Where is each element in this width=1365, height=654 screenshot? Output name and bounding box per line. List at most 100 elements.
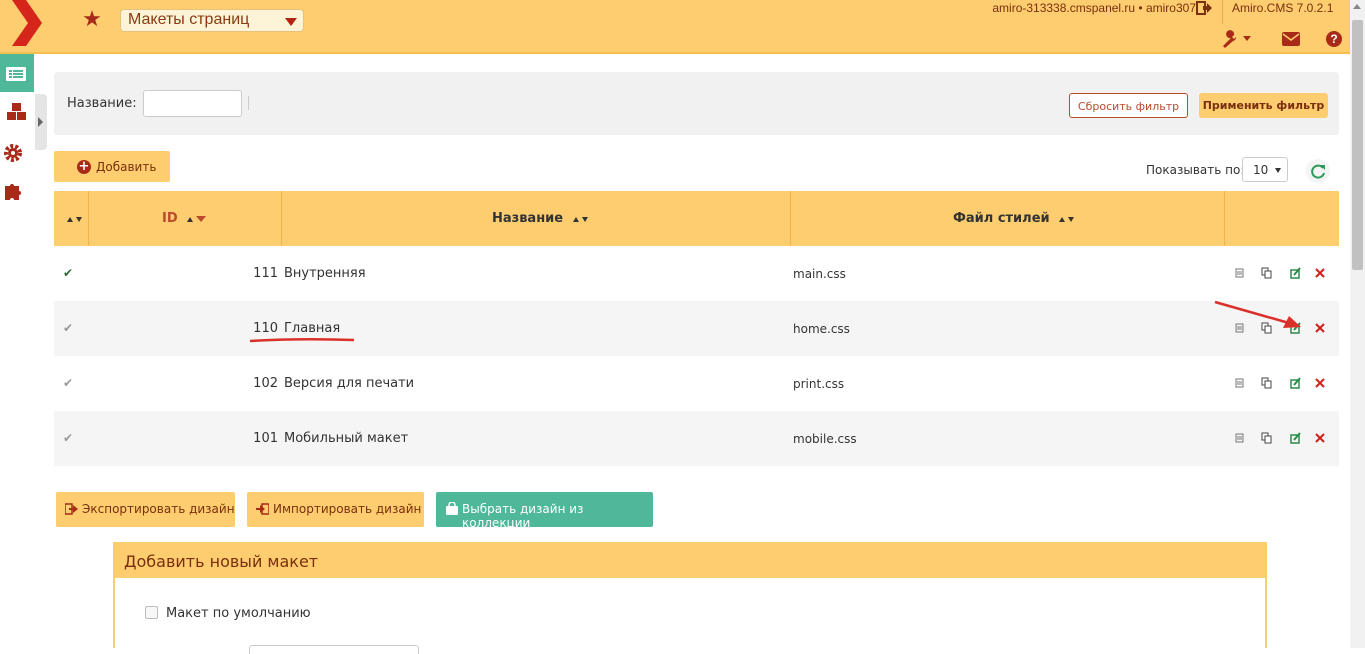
- cubes-icon: [7, 103, 26, 120]
- logout-icon[interactable]: [1196, 1, 1212, 15]
- chevron-down-icon: [1275, 168, 1281, 173]
- column-header-default[interactable]: [54, 191, 89, 246]
- import-icon: [256, 503, 269, 515]
- gear-icon: [4, 144, 22, 162]
- import-design-label: Импортировать дизайн: [273, 502, 422, 516]
- checkmark-icon[interactable]: ✔: [63, 321, 73, 335]
- favorites-star-icon[interactable]: ★: [80, 8, 104, 32]
- checkmark-icon[interactable]: ✔: [63, 431, 73, 445]
- chevron-down-icon: [285, 18, 297, 26]
- sidebar-item-structure[interactable]: [0, 94, 34, 132]
- delete-icon[interactable]: [1313, 376, 1327, 390]
- row-name: Версия для печати: [284, 376, 415, 391]
- add-button[interactable]: + Добавить: [54, 151, 170, 182]
- module-select[interactable]: Макеты страниц: [120, 9, 304, 32]
- view-icon[interactable]: [1232, 266, 1246, 280]
- row-name: Внутренняя: [284, 266, 366, 281]
- per-page-value: 10: [1253, 163, 1269, 177]
- delete-icon[interactable]: [1313, 431, 1327, 445]
- copy-icon[interactable]: [1259, 376, 1273, 390]
- scrollbar-thumb[interactable]: [1352, 20, 1363, 270]
- plus-circle-icon: +: [77, 159, 91, 174]
- choose-design-button[interactable]: Выбрать дизайн из коллекции: [436, 492, 653, 530]
- copy-icon[interactable]: [1259, 431, 1273, 445]
- per-page-select[interactable]: 10: [1242, 157, 1288, 182]
- row-id: 101: [253, 431, 278, 446]
- per-page-label: Показывать по:: [1146, 163, 1245, 177]
- default-layout-label: Макет по умолчанию: [166, 606, 311, 621]
- annotation-arrow-icon: [1214, 300, 1301, 328]
- sort-icon: [572, 211, 588, 226]
- sidebar-item-plugins[interactable]: [0, 174, 34, 212]
- column-header-actions: [1225, 191, 1339, 246]
- row-css-file: main.css: [793, 267, 846, 281]
- column-header-css-label: Файл стилей: [953, 211, 1050, 226]
- table-header: ID Название Файл стилей: [54, 191, 1339, 246]
- sidebar-item-settings[interactable]: [0, 134, 34, 172]
- edit-icon[interactable]: [1288, 431, 1302, 445]
- row-css-file: print.css: [793, 377, 845, 391]
- new-layout-form: Добавить новый макет Макет по умолчанию: [113, 542, 1267, 654]
- puzzle-icon: [5, 184, 21, 200]
- module-select-value: Макеты страниц: [128, 11, 250, 28]
- list-icon: [6, 67, 26, 81]
- shopping-bag-icon: [446, 502, 458, 515]
- scroll-up-arrow-icon[interactable]: [1353, 4, 1361, 9]
- column-header-id-label: ID: [162, 211, 178, 226]
- sort-icon: [187, 211, 207, 226]
- reset-filter-button[interactable]: Сбросить фильтр: [1069, 93, 1188, 118]
- filter-panel: Название: Сбросить фильтр Применить филь…: [54, 72, 1339, 135]
- row-css-file: home.css: [793, 322, 850, 336]
- refresh-icon[interactable]: [1306, 159, 1330, 183]
- table-row[interactable]: ✔ 101 Мобильный макет mobile.css: [54, 411, 1339, 466]
- mail-icon[interactable]: [1282, 32, 1300, 46]
- table-row[interactable]: ✔ 102 Версия для печати print.css: [54, 356, 1339, 411]
- row-id: 102: [253, 376, 278, 391]
- default-layout-checkbox[interactable]: [145, 606, 158, 619]
- copy-icon[interactable]: [1259, 266, 1273, 280]
- layout-name-field[interactable]: [249, 645, 419, 654]
- export-design-label: Экспортировать дизайн: [82, 502, 235, 516]
- column-header-name[interactable]: Название: [282, 191, 791, 246]
- help-icon[interactable]: ?: [1326, 31, 1342, 47]
- wrench-icon[interactable]: [1220, 30, 1254, 48]
- top-bar: ★ Макеты страниц amiro-313338.cmspanel.r…: [0, 0, 1350, 54]
- apply-filter-button[interactable]: Применить фильтр: [1199, 93, 1328, 118]
- edit-icon[interactable]: [1288, 266, 1302, 280]
- delete-icon[interactable]: [1313, 266, 1327, 280]
- table-row[interactable]: ✔ 111 Внутренняя main.css: [54, 246, 1339, 301]
- edit-icon[interactable]: [1288, 376, 1302, 390]
- sort-icon: [1059, 211, 1075, 226]
- divider: [248, 96, 249, 110]
- import-design-button[interactable]: Импортировать дизайн: [247, 492, 424, 527]
- chevron-right-icon: [38, 117, 43, 127]
- row-id: 111: [253, 266, 278, 281]
- column-header-id[interactable]: ID: [89, 191, 282, 246]
- sidebar-toggle[interactable]: [35, 94, 47, 150]
- checkmark-icon[interactable]: ✔: [63, 266, 73, 280]
- sidebar-item-content[interactable]: [0, 54, 34, 92]
- row-css-file: mobile.css: [793, 432, 857, 446]
- new-layout-header: Добавить новый макет: [115, 544, 1265, 578]
- view-icon[interactable]: [1232, 431, 1246, 445]
- table-row[interactable]: ✔ 110 Главная home.css: [54, 301, 1339, 356]
- view-icon[interactable]: [1232, 376, 1246, 390]
- column-header-name-label: Название: [492, 211, 564, 226]
- annotation-underline: [249, 337, 355, 343]
- export-design-button[interactable]: Экспортировать дизайн: [56, 492, 235, 527]
- new-layout-title: Добавить новый макет: [124, 552, 319, 571]
- sort-icon: [67, 211, 82, 226]
- name-filter-input[interactable]: [143, 90, 242, 117]
- delete-icon[interactable]: [1313, 321, 1327, 335]
- column-header-css[interactable]: Файл стилей: [791, 191, 1225, 246]
- checkmark-icon[interactable]: ✔: [63, 376, 73, 390]
- name-filter-label: Название:: [67, 96, 137, 111]
- choose-design-label: Выбрать дизайн из коллекции: [462, 502, 584, 530]
- amiro-logo[interactable]: [12, 0, 44, 46]
- page-scrollbar[interactable]: [1350, 0, 1365, 648]
- row-name: Главная: [284, 321, 341, 336]
- row-name: Мобильный макет: [284, 431, 409, 446]
- add-button-label: Добавить: [96, 160, 157, 174]
- sidebar: [0, 54, 34, 214]
- site-host-label[interactable]: amiro-313338.cmspanel.ru • amiro307: [992, 1, 1196, 15]
